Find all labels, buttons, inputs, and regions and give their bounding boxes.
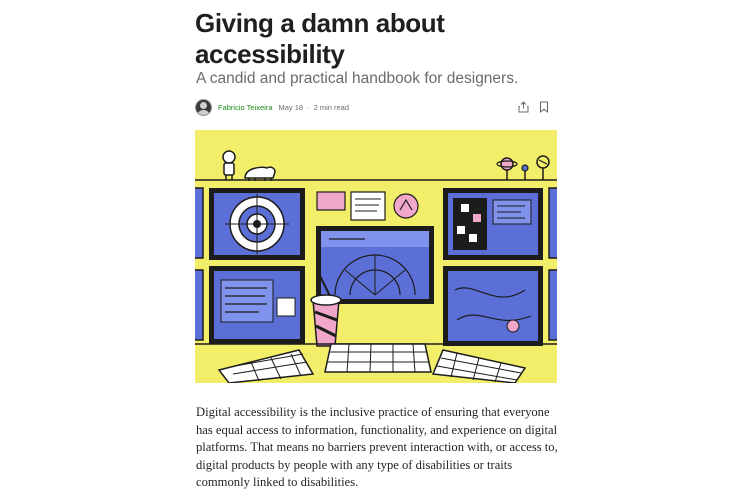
bookmark-icon[interactable] (539, 101, 549, 113)
sticky-note (316, 191, 346, 211)
article-title: Giving a damn about accessibility (195, 8, 445, 69)
author-name-link[interactable]: Fabricio Teixeira (218, 103, 272, 112)
hero-illustration-svg (190, 130, 562, 384)
read-time: 2 min read (313, 102, 350, 112)
monitor-list (209, 266, 305, 344)
share-icon[interactable] (518, 101, 529, 113)
hero-illustration (190, 130, 562, 384)
monitor-radar (316, 226, 434, 304)
monitor-blocks (443, 188, 543, 260)
monitor-target (209, 188, 305, 260)
monitor-map (443, 266, 543, 346)
publish-date: May 18 (278, 102, 304, 112)
round-badge (393, 193, 419, 219)
byline-actions (518, 101, 549, 113)
author-avatar[interactable] (195, 98, 212, 116)
keyboard-center (324, 343, 432, 373)
article-subtitle: A candid and practical handbook for desi… (196, 70, 519, 87)
byline-separator: · (307, 102, 310, 112)
paper-note (350, 191, 386, 221)
article-body-paragraph: Digital accessibility is the inclusive p… (196, 405, 558, 490)
byline: Fabricio Teixeira May 18 · 2 min read (195, 96, 557, 118)
